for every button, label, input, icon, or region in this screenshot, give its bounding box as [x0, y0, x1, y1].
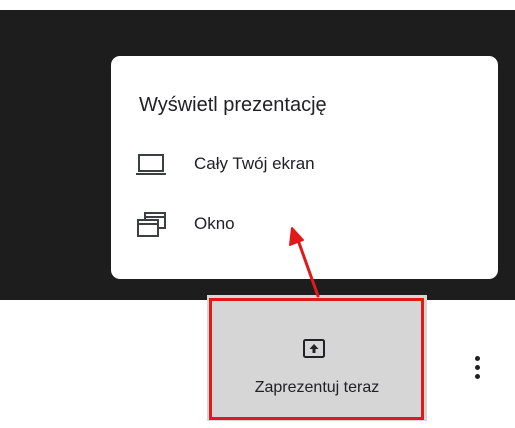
present-now-button[interactable]: Zaprezentuj teraz [207, 295, 427, 421]
present-now-label: Zaprezentuj teraz [254, 379, 380, 396]
window-icon [135, 212, 169, 237]
present-menu-title: Wyświetl prezentację [139, 94, 327, 116]
more-vert-icon [475, 356, 480, 361]
present-to-all-icon [302, 338, 326, 360]
laptop-icon [135, 152, 169, 176]
menu-item-entire-screen[interactable]: Cały Twój ekran [111, 142, 498, 186]
menu-item-label: Okno [194, 214, 235, 233]
menu-item-label: Cały Twój ekran [194, 154, 315, 173]
menu-item-window[interactable]: Okno [111, 202, 498, 246]
more-options-button[interactable] [466, 351, 490, 385]
present-menu: Wyświetl prezentację Cały Twój ekran Okn… [111, 56, 498, 279]
